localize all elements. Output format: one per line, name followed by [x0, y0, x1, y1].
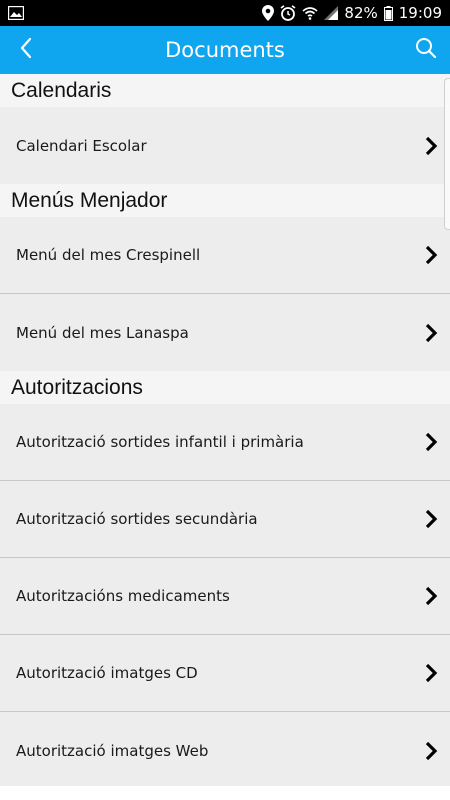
- list-item[interactable]: Autorització imatges Web: [0, 712, 450, 786]
- app-bar: Documents: [0, 26, 450, 74]
- wifi-icon: [302, 6, 318, 20]
- status-left: [8, 6, 262, 20]
- list-item[interactable]: Autorització sortides secundària: [0, 481, 450, 558]
- signal-icon: [324, 6, 339, 20]
- list-item[interactable]: Menú del mes Lanaspa: [0, 294, 450, 371]
- clock-time: 19:09: [398, 4, 442, 22]
- list-item-label: Autorització sortides secundària: [16, 510, 258, 528]
- document-list[interactable]: Calendaris Calendari Escolar Menús Menja…: [0, 74, 450, 786]
- list-item-label: Autorització imatges Web: [16, 741, 209, 760]
- status-right: 82% 19:09: [262, 4, 442, 22]
- section-header-calendaris: Calendaris: [0, 74, 450, 107]
- bottom-strip: [0, 786, 450, 800]
- list-item-label: Menú del mes Lanaspa: [16, 323, 189, 342]
- list-item-label: Autorització imatges CD: [16, 664, 198, 682]
- list-item[interactable]: Menú del mes Crespinell: [0, 217, 450, 294]
- section-header-autoritzacions: Autoritzacions: [0, 371, 450, 404]
- chevron-left-icon: [19, 37, 33, 63]
- list-item[interactable]: Autorització sortides infantil i primàri…: [0, 404, 450, 481]
- list-item-label: Autorització sortides infantil i primàri…: [16, 433, 304, 451]
- battery-icon: [383, 5, 393, 21]
- chevron-right-icon: [422, 740, 440, 762]
- gallery-notification-icon: [8, 6, 24, 20]
- search-icon: [415, 37, 437, 63]
- list-item-label: Autoritzacións medicaments: [16, 587, 230, 605]
- chevron-right-icon: [422, 135, 440, 157]
- list-item[interactable]: Autoritzacións medicaments: [0, 558, 450, 635]
- list-item[interactable]: Autorització imatges CD: [0, 635, 450, 712]
- page-title: Documents: [165, 38, 285, 62]
- battery-percent: 82%: [344, 4, 378, 22]
- list-item-label: Calendari Escolar: [16, 136, 147, 155]
- list-item-label: Menú del mes Crespinell: [16, 246, 201, 264]
- chevron-right-icon: [422, 431, 440, 453]
- status-bar: 82% 19:09: [0, 0, 450, 26]
- section-header-menus: Menús Menjador: [0, 184, 450, 217]
- chevron-right-icon: [422, 662, 440, 684]
- search-button[interactable]: [410, 34, 442, 66]
- list-item[interactable]: Calendari Escolar: [0, 107, 450, 184]
- location-icon: [262, 5, 275, 21]
- scrollbar[interactable]: [444, 78, 450, 230]
- alarm-icon: [280, 5, 296, 21]
- chevron-right-icon: [422, 585, 440, 607]
- chevron-right-icon: [422, 322, 440, 344]
- back-button[interactable]: [10, 34, 42, 66]
- chevron-right-icon: [422, 508, 440, 530]
- chevron-right-icon: [422, 244, 440, 266]
